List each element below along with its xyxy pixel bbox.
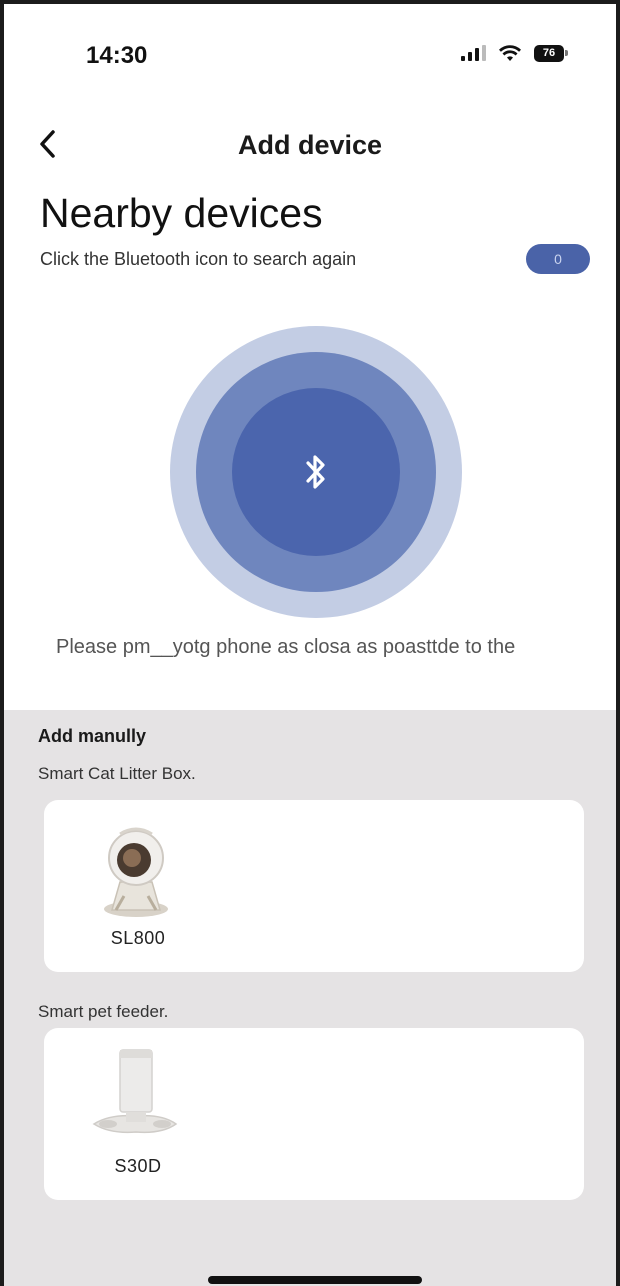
cat-litter-box-image: [104, 827, 168, 917]
home-indicator: [208, 1276, 422, 1284]
device-name-sl800: SL800: [110, 928, 166, 948]
battery-level: 76: [534, 44, 564, 62]
device-card-s30d[interactable]: S30D: [44, 1028, 584, 1200]
bluetooth-icon: [306, 455, 325, 489]
nearby-devices-title: Nearby devices: [40, 190, 323, 236]
category-label-litter-box: Smart Cat Litter Box.: [38, 764, 196, 783]
nearby-devices-subtitle: Click the Bluetooth icon to search again: [40, 249, 357, 269]
proximity-hint: Please pm__yotg phone as closa as poastt…: [56, 636, 516, 658]
status-time: 14:30: [86, 42, 148, 69]
battery-icon: 76: [534, 44, 568, 62]
status-bar: 14:30 76: [4, 4, 616, 104]
bluetooth-toggle[interactable]: 0: [526, 244, 590, 274]
wifi-icon: [499, 45, 521, 61]
category-label-pet-feeder: Smart pet feeder.: [38, 1002, 169, 1021]
manual-add-section: Add manully Smart Cat Litter Box. SL800 …: [4, 710, 616, 1286]
device-card-sl800[interactable]: SL800: [44, 800, 584, 972]
status-icons: 76: [461, 44, 568, 62]
radar-middle-ring: [196, 352, 436, 592]
bluetooth-scan-button[interactable]: [170, 326, 462, 618]
nav-bar: Add device: [4, 114, 616, 174]
manual-add-title: Add manully: [38, 726, 147, 746]
device-name-s30d: S30D: [114, 1156, 162, 1176]
phone-screen: 14:30 76 Add device Nearby devices Click…: [0, 0, 620, 1286]
page-title: Add device: [237, 130, 383, 160]
signal-icon: [461, 45, 486, 61]
pet-feeder-image: [92, 1049, 178, 1134]
radar-inner-circle: [232, 388, 400, 556]
